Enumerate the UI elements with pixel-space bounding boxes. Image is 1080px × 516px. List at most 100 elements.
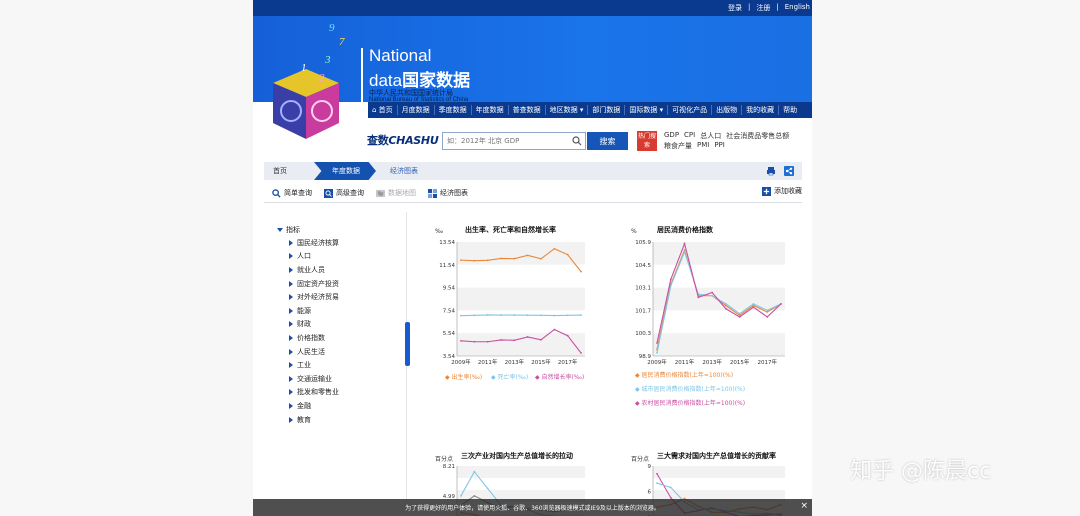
nav-visual[interactable]: 可视化产品: [668, 105, 713, 115]
data-point: [460, 259, 462, 262]
nav-international[interactable]: 国际数据 ▾: [625, 105, 669, 115]
nav-publications[interactable]: 出版物: [712, 105, 743, 115]
data-point: [669, 486, 672, 489]
plot-band: [653, 478, 785, 490]
print-icon[interactable]: [766, 166, 776, 176]
nav-help[interactable]: 帮助: [779, 105, 801, 115]
hot-link[interactable]: CPI: [684, 131, 695, 141]
nav-regional[interactable]: 地区数据 ▾: [546, 105, 589, 115]
plot-band: [653, 310, 785, 334]
register-link[interactable]: 注册: [756, 3, 770, 13]
nav-census[interactable]: 普查数据: [509, 105, 546, 115]
nav-annual[interactable]: 年度数据: [472, 105, 509, 115]
tree-item[interactable]: 能源: [277, 304, 339, 318]
x-tick-label: 2009年: [451, 358, 471, 366]
hot-link[interactable]: 总人口: [700, 131, 721, 141]
tree-item[interactable]: 工业: [277, 358, 339, 372]
caret-right-icon: [289, 362, 293, 369]
advanced-query-tab[interactable]: 高级查询: [324, 188, 364, 198]
y-tick-label: 105.9: [635, 240, 651, 246]
chart-svg: 13.5411.549.547.545.543.542009年 2011年 2013…: [439, 240, 585, 366]
tree-item[interactable]: 批发和零售业: [277, 386, 339, 400]
watermark: 知乎 @陈晨cc: [850, 459, 992, 484]
tree-item[interactable]: 教育: [277, 413, 339, 427]
tree-item[interactable]: 金融: [277, 399, 339, 413]
data-point: [513, 257, 516, 260]
tree-item[interactable]: 固定资产投资: [277, 277, 339, 291]
plot-band: [457, 310, 585, 334]
legend-item[interactable]: ◆ 城市居民消费价格指数(上年=100)(%): [635, 384, 745, 393]
data-point: [526, 314, 529, 317]
nav-quarterly[interactable]: 季度数据: [435, 105, 472, 115]
legend-item[interactable]: ◆ 出生率(‰): [445, 372, 482, 381]
chashu-brand: 查数CHASHU: [367, 134, 439, 147]
data-point: [540, 314, 542, 317]
tree-items: 国民经济核算人口 就业人员 固定资产投资 对外经济贸易 能源 财政 价格指数 人民生活 工业 交通…: [277, 236, 339, 426]
breadcrumb: 首页 年度数据 经济图表: [264, 162, 802, 180]
tree-item[interactable]: 价格指数: [277, 331, 339, 345]
map-icon: [376, 189, 385, 197]
legend-item[interactable]: ◆ 居民消费价格指数(上年=100)(%): [635, 370, 733, 379]
share-icon[interactable]: [784, 166, 794, 176]
magnifier-icon: [272, 188, 281, 198]
tree-item[interactable]: 对外经济贸易: [277, 290, 339, 304]
hot-link[interactable]: PMI: [697, 141, 709, 151]
chart-2: % 居民消费价格指数 105.9 104.5 103.1 101.7 100.3 98.9 20…: [631, 222, 801, 422]
tree-item[interactable]: 人民生活: [277, 345, 339, 359]
data-point: [683, 242, 686, 245]
tree-item[interactable]: 就业人员: [277, 263, 339, 277]
economic-charts-tab[interactable]: 经济图表: [428, 188, 468, 198]
nav-department[interactable]: 部门数据: [588, 105, 626, 115]
data-point: [669, 278, 672, 281]
english-link[interactable]: English: [785, 3, 810, 13]
caret-right-icon: [289, 280, 293, 287]
data-point: [526, 336, 529, 338]
data-point: [526, 254, 529, 257]
nav-home[interactable]: ⌂ 首页: [368, 105, 398, 115]
close-icon[interactable]: ×: [800, 501, 808, 511]
tree-item[interactable]: 交通运输业: [277, 372, 339, 386]
tree-item-label: 国民经济核算: [297, 238, 339, 247]
tree-item[interactable]: 国民经济核算: [277, 236, 339, 250]
indicator-tree: 指标 国民经济核算人口 就业人员 固定资产投资 对外经济贸易 能源 财政 价格指数 人民生活工…: [277, 224, 339, 426]
breadcrumb-home[interactable]: 首页: [264, 162, 314, 180]
y-tick-label: 9: [648, 464, 652, 470]
y-tick-label: 7.54: [443, 308, 456, 314]
tree-root[interactable]: 指标: [277, 224, 339, 236]
breadcrumb-annual[interactable]: 年度数据: [314, 162, 376, 180]
y-tick-label: 100.3: [635, 331, 651, 337]
y-tick-label: 103.1: [635, 286, 651, 292]
x-tick-label: 2011年: [675, 358, 695, 366]
hot-link[interactable]: 粮食产量: [664, 141, 692, 151]
data-point: [711, 294, 714, 297]
search-icon[interactable]: [572, 136, 582, 146]
simple-query-tab[interactable]: 简单查询: [272, 188, 312, 198]
legend-item[interactable]: ◆ 自然增长率(‰): [535, 372, 584, 381]
data-map-tab[interactable]: 数据地图: [376, 188, 416, 198]
data-point: [724, 307, 727, 310]
legend-item[interactable]: ◆ 死亡率(‰): [491, 372, 528, 381]
data-point: [566, 314, 569, 317]
login-link[interactable]: 登录: [728, 3, 742, 13]
scrollbar-thumb[interactable]: [405, 322, 410, 366]
x-tick-label: 2017年: [757, 358, 777, 366]
nav-favorites[interactable]: 我的收藏: [742, 105, 780, 115]
tree-item[interactable]: 人口: [277, 250, 339, 264]
y-tick-label: 104.5: [635, 263, 651, 269]
tree-item[interactable]: 财政: [277, 318, 339, 332]
hot-link[interactable]: 社会消费品零售总额: [726, 131, 789, 141]
data-point: [500, 339, 502, 341]
tree-item-label: 金融: [297, 401, 311, 410]
legend-item[interactable]: ◆ 农村居民消费价格指数(上年=100)(%): [635, 398, 745, 407]
data-point: [697, 296, 700, 299]
x-tick-label: 2013年: [702, 358, 722, 366]
hot-link[interactable]: PPI: [714, 141, 725, 151]
data-point: [486, 340, 489, 343]
data-point: [486, 314, 489, 316]
chart-1: ‰ 出生率、死亡率和自然增长率 13.54 11.54 9.54 7.54 5.54 3.54…: [435, 222, 595, 422]
search-input[interactable]: [442, 132, 586, 150]
add-favorite-button[interactable]: 添加收藏: [762, 186, 802, 196]
hot-link[interactable]: GDP: [664, 131, 679, 141]
search-button[interactable]: 搜索: [587, 132, 628, 150]
nav-monthly[interactable]: 月度数据: [398, 105, 435, 115]
